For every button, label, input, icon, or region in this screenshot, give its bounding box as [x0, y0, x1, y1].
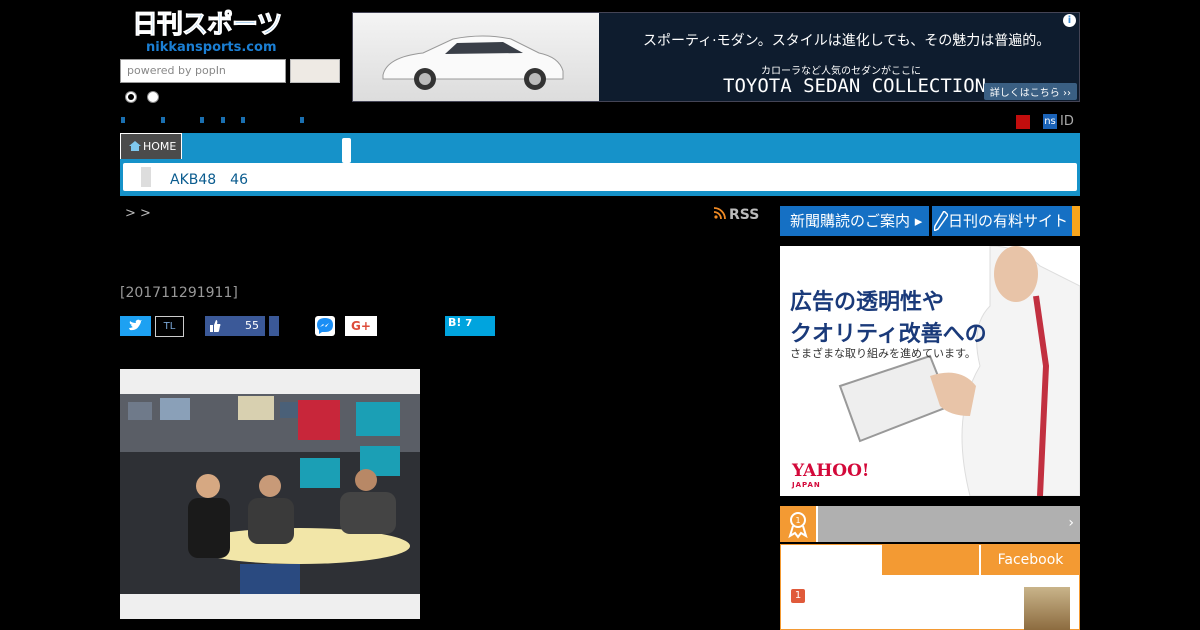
- rank-thumbnail[interactable]: [1024, 587, 1070, 630]
- subnav-item[interactable]: [161, 117, 165, 123]
- twitter-icon: [129, 319, 142, 331]
- ad-info-icon[interactable]: i: [1063, 14, 1076, 27]
- nav-tab-marker[interactable]: [342, 138, 351, 163]
- search-button[interactable]: [290, 59, 340, 83]
- ranking-tab-2[interactable]: [882, 545, 979, 575]
- subscribe-label: 新聞購読のご案内: [790, 212, 911, 230]
- logo-domain: nikkansports.com: [146, 40, 277, 55]
- paid-site-button[interactable]: 日刊の有料サイト: [932, 206, 1080, 236]
- subnav-item[interactable]: [221, 117, 225, 123]
- twitter-share-button[interactable]: [120, 316, 151, 336]
- page: 日刊スポーツ nikkansports.com powered by popIn…: [0, 0, 1200, 630]
- sub-nav-marker: [141, 167, 151, 187]
- facebook-like-button[interactable]: 55: [205, 316, 265, 336]
- sub-nav-bar: AKB48 46: [123, 163, 1077, 191]
- hatena-count: 7: [465, 318, 473, 329]
- hatena-label: B!: [448, 316, 462, 329]
- search-scope-radio-site[interactable]: [125, 91, 137, 103]
- ad-brand-line: TOYOTA SEDAN COLLECTION: [723, 75, 987, 97]
- article-date: [201711291911]: [120, 285, 238, 301]
- svg-text:1: 1: [795, 516, 800, 525]
- facebook-count: 55: [245, 319, 259, 332]
- rss-label: RSS: [729, 207, 760, 223]
- breadcrumb[interactable]: > >: [125, 206, 151, 221]
- ranking-panel: Facebook 1: [780, 544, 1080, 630]
- car-icon: [382, 35, 564, 90]
- radio-studio-photo: [120, 394, 420, 594]
- ranking-tab-facebook[interactable]: Facebook: [981, 545, 1080, 575]
- sub-nav-link[interactable]: AKB48 46: [170, 169, 248, 189]
- chevron-right-icon: ›: [1068, 515, 1074, 531]
- article-photo-frame: [120, 369, 420, 619]
- subscribe-button[interactable]: 新聞購読のご案内 ▸: [780, 206, 929, 236]
- timeline-button[interactable]: TL: [155, 316, 184, 337]
- facebook-share-tail[interactable]: [269, 316, 279, 336]
- rss-icon: [714, 207, 726, 219]
- red-badge-icon[interactable]: [1016, 115, 1030, 129]
- tab-home[interactable]: HOME: [120, 133, 182, 159]
- ad-more-link[interactable]: 詳しくはこちら ››: [983, 83, 1077, 100]
- article-photo[interactable]: [120, 394, 420, 594]
- ad-subtext: さまざまな取り組みを進めています。: [790, 347, 976, 360]
- paid-site-label: 日刊の有料サイト: [948, 212, 1069, 230]
- subnav-item[interactable]: [241, 117, 245, 123]
- ad-headline: スポーティ·モダン。スタイルは進化しても、その魅力は普遍的。: [643, 33, 1051, 49]
- medal-icon: 1: [788, 512, 808, 539]
- ranking-header[interactable]: 1 ›: [780, 506, 1080, 542]
- googleplus-button[interactable]: G+: [345, 316, 377, 336]
- ad-heading-1: 広告の透明性や: [790, 290, 945, 315]
- ns-badge[interactable]: ns: [1043, 114, 1057, 129]
- main-nav: HOME AKB48 46: [120, 133, 1080, 196]
- sidebar-ad[interactable]: 広告の透明性や クオリティ改善への さまざまな取り組みを進めています。 YAHO…: [780, 246, 1080, 496]
- search-scope-radio-web[interactable]: [147, 91, 159, 103]
- site-logo[interactable]: 日刊スポーツ nikkansports.com: [131, 10, 286, 56]
- subnav-item[interactable]: [300, 117, 304, 123]
- rss-link[interactable]: RSS: [714, 207, 759, 223]
- yahoo-logo: YAHOO! JAPAN: [792, 463, 869, 492]
- ad-heading-2: クオリティ改善への: [790, 322, 987, 347]
- logo-title: 日刊スポーツ: [131, 10, 282, 41]
- search-placeholder: powered by popIn: [127, 64, 226, 77]
- subnav-item[interactable]: [200, 117, 204, 123]
- thumbs-up-icon: [210, 320, 221, 332]
- subnav-item[interactable]: [121, 117, 125, 123]
- search-input[interactable]: powered by popIn: [120, 59, 286, 83]
- home-icon: [129, 141, 141, 151]
- ad-car-image: [353, 13, 599, 101]
- ranking-badge: 1: [780, 506, 818, 542]
- login-id-link[interactable]: ID: [1060, 114, 1074, 129]
- tab-home-label: HOME: [143, 140, 177, 153]
- messenger-button[interactable]: [315, 316, 335, 336]
- top-banner-ad[interactable]: スポーティ·モダン。スタイルは進化しても、その魅力は普遍的。 カローラなど人気の…: [352, 12, 1080, 102]
- hatena-bookmark-button[interactable]: B! 7: [445, 316, 495, 336]
- pencil-icon: [934, 211, 948, 231]
- messenger-icon: [317, 318, 333, 334]
- rank-number: 1: [791, 589, 805, 603]
